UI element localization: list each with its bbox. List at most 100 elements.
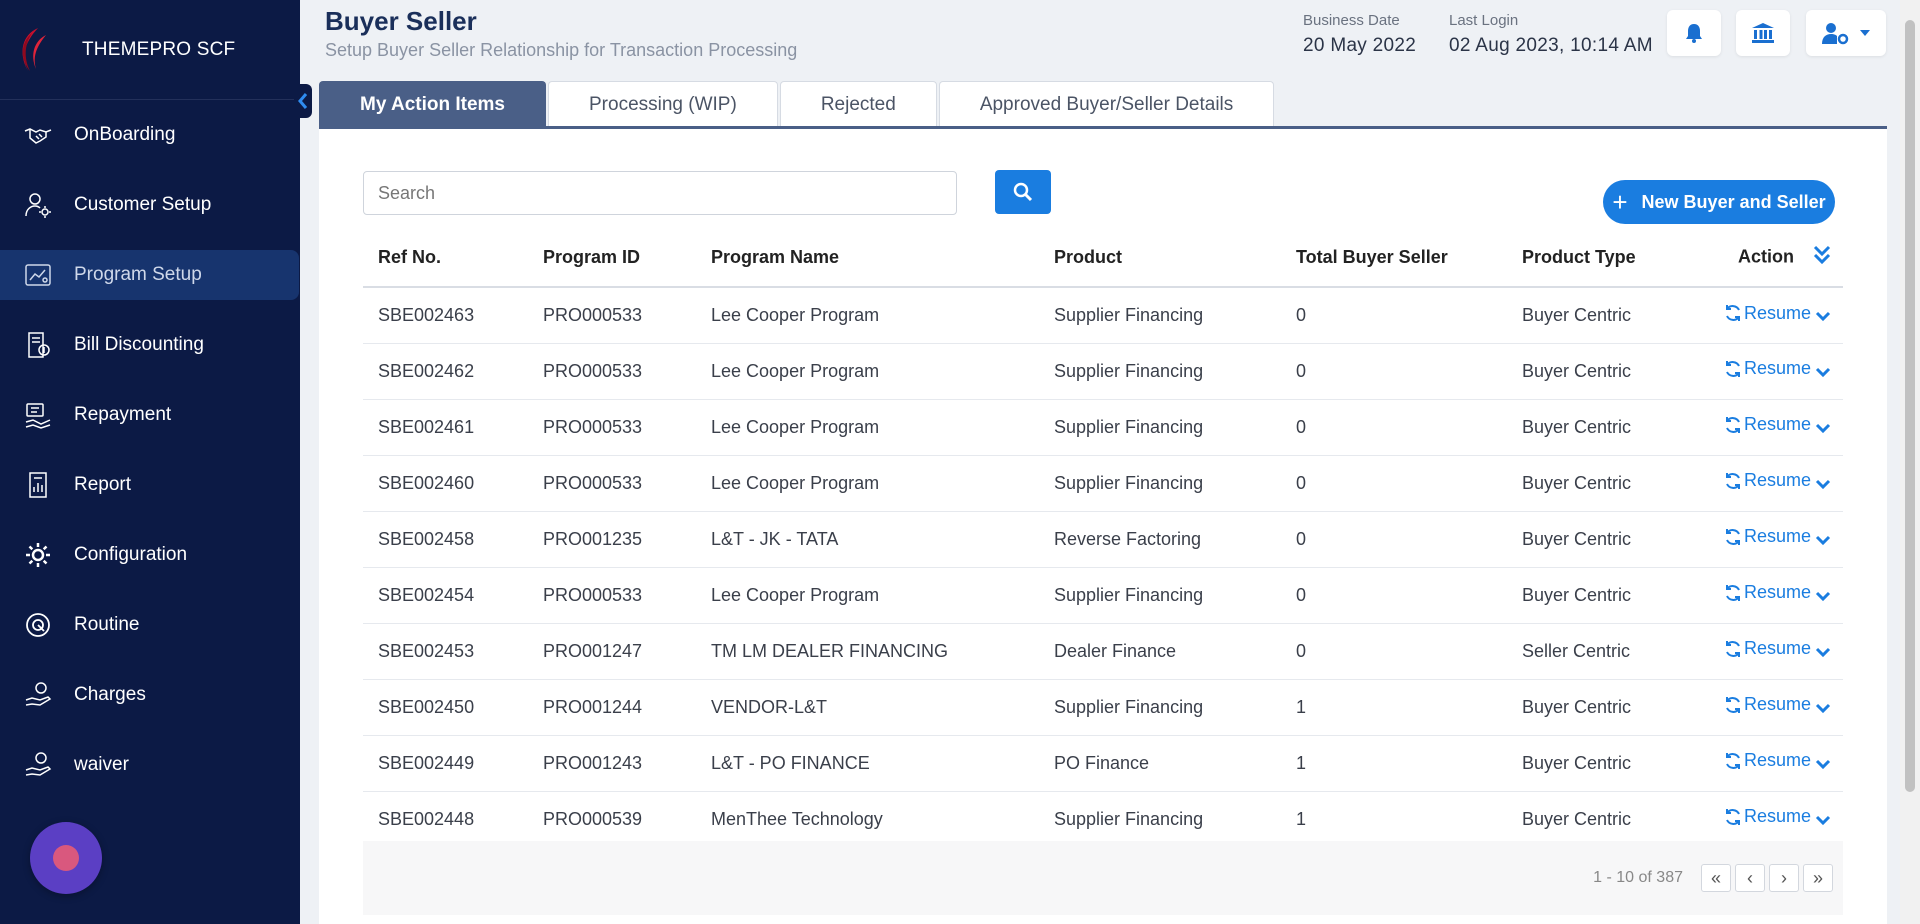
notifications-button[interactable] bbox=[1667, 10, 1721, 56]
tab-rejected[interactable]: Rejected bbox=[779, 81, 937, 127]
bell-icon bbox=[1686, 24, 1702, 43]
refresh-icon bbox=[1725, 752, 1740, 769]
chevron-down-icon[interactable] bbox=[1815, 699, 1831, 720]
sidebar-item-label: Program Setup bbox=[74, 264, 202, 285]
column-header-ref-no[interactable]: Ref No. bbox=[363, 229, 528, 288]
cell-total-buyer-seller: 0 bbox=[1281, 623, 1507, 680]
chevron-down-icon[interactable] bbox=[1815, 643, 1831, 664]
chevron-down-icon[interactable] bbox=[1815, 811, 1831, 832]
cell-action: Resume bbox=[1707, 623, 1843, 680]
sidebar-item-label: Customer Setup bbox=[74, 194, 212, 215]
cell-ref-no: SBE002454 bbox=[363, 567, 528, 624]
column-header-product-type[interactable]: Product Type bbox=[1507, 229, 1707, 288]
page-title: Buyer Seller bbox=[325, 6, 477, 36]
search-icon bbox=[1013, 182, 1033, 202]
sidebar-item-repayment[interactable]: Repayment bbox=[0, 390, 300, 440]
resume-button[interactable]: Resume bbox=[1724, 638, 1811, 659]
cell-product: Supplier Financing bbox=[1039, 567, 1281, 624]
cell-program-name: Lee Cooper Program bbox=[696, 343, 1039, 400]
previous-page-button[interactable]: ‹ bbox=[1735, 864, 1765, 892]
chevron-down-icon[interactable] bbox=[1815, 587, 1831, 608]
chevron-down-icon[interactable] bbox=[1815, 307, 1831, 328]
tab-approved-buyer-seller-details[interactable]: Approved Buyer/Seller Details bbox=[938, 81, 1275, 127]
next-page-button[interactable]: › bbox=[1769, 864, 1799, 892]
search-input[interactable] bbox=[363, 171, 957, 215]
cell-program-id: PRO001243 bbox=[528, 735, 696, 792]
sidebar-item-label: Repayment bbox=[74, 404, 172, 425]
resume-label: Resume bbox=[1743, 470, 1811, 491]
sidebar-item-label: Report bbox=[74, 474, 132, 495]
resume-button[interactable]: Resume bbox=[1724, 582, 1811, 603]
last-page-button[interactable]: » bbox=[1803, 864, 1833, 892]
cell-ref-no: SBE002453 bbox=[363, 623, 528, 680]
resume-label: Resume bbox=[1743, 750, 1811, 771]
cell-product-type: Buyer Centric bbox=[1507, 735, 1707, 792]
sidebar-item-program-setup[interactable]: Program Setup bbox=[0, 250, 299, 300]
expand-all-icon[interactable] bbox=[1813, 244, 1831, 271]
chat-launcher-button[interactable] bbox=[30, 822, 102, 894]
chevron-down-icon[interactable] bbox=[1815, 531, 1831, 552]
plus-icon: + bbox=[1612, 187, 1628, 217]
table-row: SBE002462 PRO000533 Lee Cooper Program Supp… bbox=[363, 343, 1843, 400]
pagination: « ‹ › » bbox=[1697, 864, 1833, 892]
cell-ref-no: SBE002463 bbox=[363, 287, 528, 344]
sidebar-item-label: Bill Discounting bbox=[74, 334, 204, 355]
first-page-button[interactable]: « bbox=[1701, 864, 1731, 892]
resume-button[interactable]: Resume bbox=[1724, 526, 1811, 547]
table-row: SBE002461 PRO000533 Lee Cooper Program Supp… bbox=[363, 399, 1843, 456]
scrollbar-thumb[interactable] bbox=[1905, 20, 1915, 792]
chevron-down-icon[interactable] bbox=[1815, 755, 1831, 776]
chevron-down-icon[interactable] bbox=[1815, 475, 1831, 496]
cell-ref-no: SBE002448 bbox=[363, 791, 528, 848]
resume-button[interactable]: Resume bbox=[1724, 414, 1811, 435]
cell-product: Supplier Financing bbox=[1039, 343, 1281, 400]
user-menu-button[interactable] bbox=[1806, 10, 1886, 56]
sidebar-item-routine[interactable]: Routine bbox=[0, 600, 300, 650]
cell-action: Resume bbox=[1707, 735, 1843, 792]
sidebar-item-bill-discounting[interactable]: Bill Discounting bbox=[0, 320, 300, 370]
sidebar-item-customer-setup[interactable]: Customer Setup bbox=[0, 180, 300, 230]
chevron-down-icon[interactable] bbox=[1815, 419, 1831, 440]
search-button[interactable] bbox=[995, 170, 1051, 214]
column-header-total-buyer-seller[interactable]: Total Buyer Seller bbox=[1281, 229, 1507, 288]
user-gear-icon bbox=[1822, 23, 1849, 45]
resume-button[interactable]: Resume bbox=[1724, 806, 1811, 827]
last-login-label: Last Login bbox=[1449, 12, 1519, 29]
sidebar-item-onboarding[interactable]: OnBoarding bbox=[0, 110, 300, 160]
report-icon bbox=[22, 469, 54, 501]
sidebar-collapse-button[interactable] bbox=[294, 84, 312, 118]
cell-action: Resume bbox=[1707, 399, 1843, 456]
resume-button[interactable]: Resume bbox=[1724, 750, 1811, 771]
column-header-program-id[interactable]: Program ID bbox=[528, 229, 696, 288]
cell-program-id: PRO001235 bbox=[528, 511, 696, 568]
cell-program-id: PRO000539 bbox=[528, 791, 696, 848]
chevron-down-icon[interactable] bbox=[1815, 363, 1831, 384]
cell-total-buyer-seller: 0 bbox=[1281, 455, 1507, 512]
column-header-product[interactable]: Product bbox=[1039, 229, 1281, 288]
user-gear-icon bbox=[22, 189, 54, 221]
resume-button[interactable]: Resume bbox=[1724, 303, 1811, 324]
cell-total-buyer-seller: 0 bbox=[1281, 399, 1507, 456]
sidebar-item-waiver[interactable]: waiver bbox=[0, 740, 300, 790]
resume-button[interactable]: Resume bbox=[1724, 358, 1811, 379]
tab-processing-wip[interactable]: Processing (WIP) bbox=[548, 81, 778, 127]
cell-product-type: Buyer Centric bbox=[1507, 679, 1707, 736]
sidebar-item-configuration[interactable]: Configuration bbox=[0, 530, 300, 580]
page-header: Buyer Seller Setup Buyer Seller Relation… bbox=[300, 0, 1900, 80]
hand-coin-icon bbox=[22, 749, 54, 781]
cell-product-type: Buyer Centric bbox=[1507, 455, 1707, 512]
sidebar-item-report[interactable]: Report bbox=[0, 460, 300, 510]
resume-button[interactable]: Resume bbox=[1724, 694, 1811, 715]
cell-program-name: MenThee Technology bbox=[696, 791, 1039, 848]
business-date-label: Business Date bbox=[1303, 12, 1400, 29]
cell-product: Supplier Financing bbox=[1039, 455, 1281, 512]
cell-program-id: PRO000533 bbox=[528, 343, 696, 400]
new-buyer-seller-button[interactable]: + New Buyer and Seller bbox=[1603, 180, 1835, 224]
tab-my-action-items[interactable]: My Action Items bbox=[319, 81, 546, 127]
table-row: SBE002460 PRO000533 Lee Cooper Program Supp… bbox=[363, 455, 1843, 512]
sidebar-item-charges[interactable]: Charges bbox=[0, 670, 300, 720]
bank-button[interactable] bbox=[1736, 10, 1790, 56]
page-scrollbar[interactable] bbox=[1900, 0, 1920, 924]
resume-button[interactable]: Resume bbox=[1724, 470, 1811, 491]
column-header-program-name[interactable]: Program Name bbox=[696, 229, 1039, 288]
